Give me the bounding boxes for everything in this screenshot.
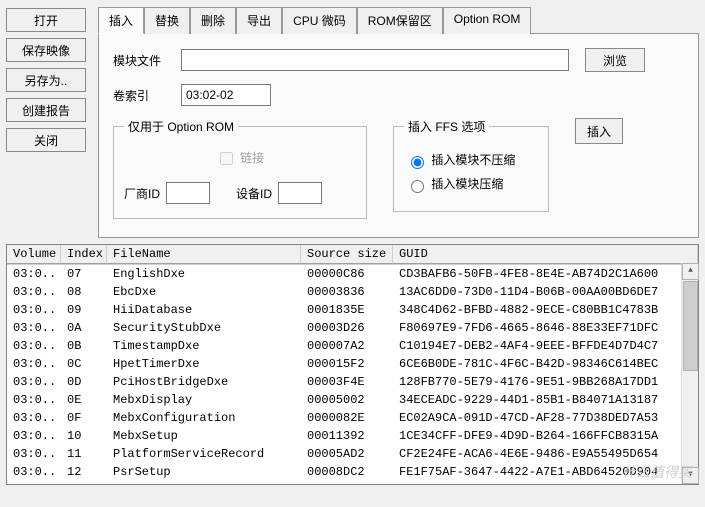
link-checkbox [220, 152, 233, 165]
option-rom-fieldset: 仅用于 Option ROM 链接 厂商ID 设备ID [113, 118, 367, 219]
radio-compressed[interactable] [411, 180, 424, 193]
col-header-volume[interactable]: Volume [7, 245, 61, 264]
table-row[interactable]: 03:0..0BTimestampDxe000007A2C10194E7-DEB… [7, 337, 698, 355]
table-row[interactable]: 03:0..07EnglishDxe00000C86CD3BAFB6-50FB-… [7, 265, 698, 283]
tab-insert[interactable]: 插入 [98, 7, 144, 34]
radio-compressed-label: 插入模块压缩 [431, 177, 503, 191]
create-report-button[interactable]: 创建报告 [6, 98, 86, 122]
device-id-input[interactable] [278, 182, 322, 204]
tab-option-rom[interactable]: Option ROM [443, 7, 532, 34]
scroll-down-icon[interactable]: ▼ [682, 467, 699, 484]
scrollbar[interactable]: ▲ ▼ [681, 263, 698, 484]
insert-button[interactable]: 插入 [575, 118, 623, 144]
col-header-index[interactable]: Index [61, 245, 107, 264]
table-row[interactable]: 03:0..12PsrSetup00008DC2FE1F75AF-3647-44… [7, 463, 698, 481]
tab-cpu-microcode[interactable]: CPU 微码 [282, 7, 357, 34]
radio-uncompressed-label: 插入模块不压缩 [431, 153, 515, 167]
tab-content: 模块文件 浏览 卷索引 仅用于 Option ROM 链接 厂商ID [98, 33, 699, 238]
close-button[interactable]: 关闭 [6, 128, 86, 152]
table-row[interactable]: 03:0..0ASecurityStubDxe00003D26F80697E9-… [7, 319, 698, 337]
ffs-legend: 插入 FFS 选项 [404, 118, 489, 135]
col-header-filename[interactable]: FileName [107, 245, 301, 264]
volume-index-input[interactable] [181, 84, 271, 106]
table-row[interactable]: 03:0..0EMebxDisplay0000500234ECEADC-9229… [7, 391, 698, 409]
link-label: 链接 [240, 151, 264, 165]
table-row[interactable]: 03:0..09HiiDatabase0001835E348C4D62-BFBD… [7, 301, 698, 319]
scroll-up-icon[interactable]: ▲ [682, 263, 699, 280]
col-header-guid[interactable]: GUID [393, 245, 698, 264]
table-row[interactable]: 03:0..11PlatformServiceRecord00005AD2CF2… [7, 445, 698, 463]
open-button[interactable]: 打开 [6, 8, 86, 32]
tab-delete[interactable]: 删除 [190, 7, 236, 34]
table-row[interactable]: 03:0..10MebxSetup000113921CE34CFF-DFE9-4… [7, 427, 698, 445]
table-row[interactable]: 03:0..0FMebxConfiguration0000082EEC02A9C… [7, 409, 698, 427]
tab-replace[interactable]: 替换 [144, 7, 190, 34]
browse-button[interactable]: 浏览 [585, 48, 645, 72]
option-rom-legend: 仅用于 Option ROM [124, 118, 238, 135]
tab-rom-reserved[interactable]: ROM保留区 [357, 7, 443, 34]
data-grid[interactable]: Volume Index FileName Source size GUID 0… [6, 244, 699, 485]
save-image-button[interactable]: 保存映像 [6, 38, 86, 62]
table-row[interactable]: 03:0..13CpuDxe00001EA6B03ABACF-A532-5E78… [7, 481, 698, 484]
module-file-label: 模块文件 [113, 52, 181, 69]
table-row[interactable]: 03:0..0DPciHostBridgeDxe00003F4E128FB770… [7, 373, 698, 391]
ffs-fieldset: 插入 FFS 选项 插入模块不压缩 插入模块压缩 [393, 118, 549, 212]
device-id-label: 设备ID [236, 185, 272, 202]
scroll-thumb[interactable] [683, 281, 698, 371]
module-file-input[interactable] [181, 49, 569, 71]
table-row[interactable]: 03:0..08EbcDxe0000383613AC6DD0-73D0-11D4… [7, 283, 698, 301]
vendor-id-input[interactable] [166, 182, 210, 204]
col-header-sourcesize[interactable]: Source size [301, 245, 393, 264]
tab-export[interactable]: 导出 [236, 7, 282, 34]
vendor-id-label: 厂商ID [124, 185, 160, 202]
tab-strip: 插入 替换 删除 导出 CPU 微码 ROM保留区 Option ROM [98, 6, 699, 33]
radio-uncompressed[interactable] [411, 156, 424, 169]
volume-index-label: 卷索引 [113, 87, 181, 104]
save-as-button[interactable]: 另存为.. [6, 68, 86, 92]
grid-header: Volume Index FileName Source size GUID [7, 245, 698, 265]
table-row[interactable]: 03:0..0CHpetTimerDxe000015F26CE6B0DE-781… [7, 355, 698, 373]
